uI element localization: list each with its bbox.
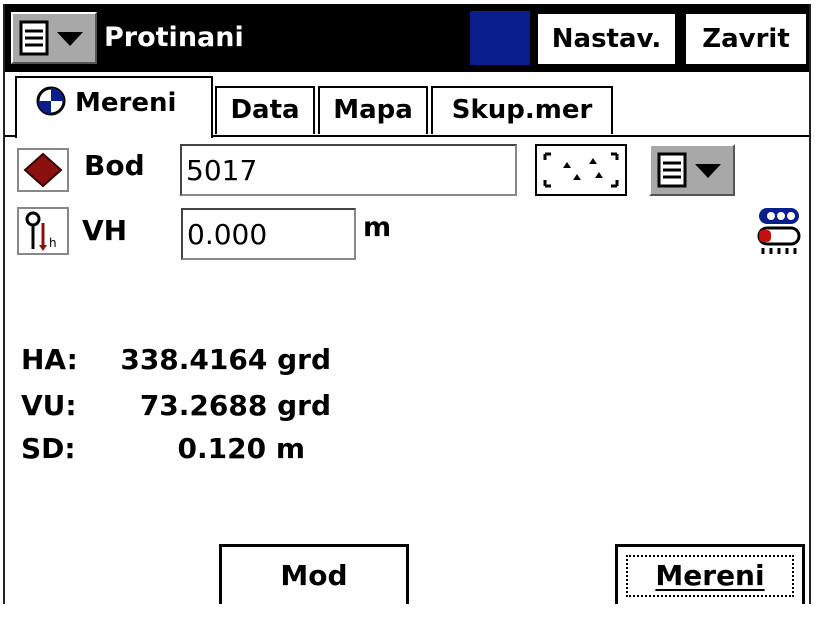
height-unit: m: [363, 212, 392, 243]
sd-value: 0.120 m: [177, 432, 306, 465]
target-icon: [36, 86, 66, 115]
svg-text:h: h: [49, 236, 57, 250]
tab-mereni-label: Mereni: [75, 88, 177, 118]
ha-value: 338.4164 grd: [120, 343, 331, 376]
menu-button[interactable]: [11, 12, 97, 64]
list-menu-icon: [19, 20, 83, 56]
point-list-button[interactable]: [649, 144, 735, 196]
height-input[interactable]: [181, 208, 356, 260]
app-window: Protinani Nastav. Zavrit Mereni Data Map…: [3, 4, 811, 608]
bottom-margin: [0, 604, 821, 619]
focus-outline: [626, 555, 794, 597]
point-label: Bod: [84, 149, 145, 182]
measure-button[interactable]: Mereni: [615, 544, 805, 608]
vu-value: 73.2688 grd: [139, 389, 331, 422]
instrument-status-icon[interactable]: [753, 204, 807, 258]
close-button[interactable]: Zavrit: [683, 11, 809, 67]
sd-label: SD:: [21, 432, 76, 465]
title-bar: Protinani Nastav. Zavrit: [5, 4, 809, 72]
target-height-icon[interactable]: h: [17, 207, 69, 255]
list-menu-icon: [657, 152, 721, 188]
height-label: VH: [82, 214, 128, 247]
tab-mereni[interactable]: Mereni: [15, 76, 213, 138]
tab-mapa[interactable]: Mapa: [318, 86, 428, 134]
window-title: Protinani: [104, 22, 244, 53]
tab-bar: Mereni Data Mapa Skup.mer: [5, 72, 809, 138]
ha-label: HA:: [21, 343, 78, 376]
point-select-icon[interactable]: [535, 144, 627, 196]
tab-skup-mer[interactable]: Skup.mer: [431, 86, 613, 134]
point-input[interactable]: [180, 144, 517, 196]
point-marker-icon[interactable]: [17, 148, 69, 192]
mode-button[interactable]: Mod: [219, 544, 409, 608]
settings-button[interactable]: Nastav.: [535, 11, 678, 67]
tab-data[interactable]: Data: [215, 86, 315, 134]
vu-label: VU:: [21, 389, 77, 422]
title-accent-block: [470, 11, 530, 65]
